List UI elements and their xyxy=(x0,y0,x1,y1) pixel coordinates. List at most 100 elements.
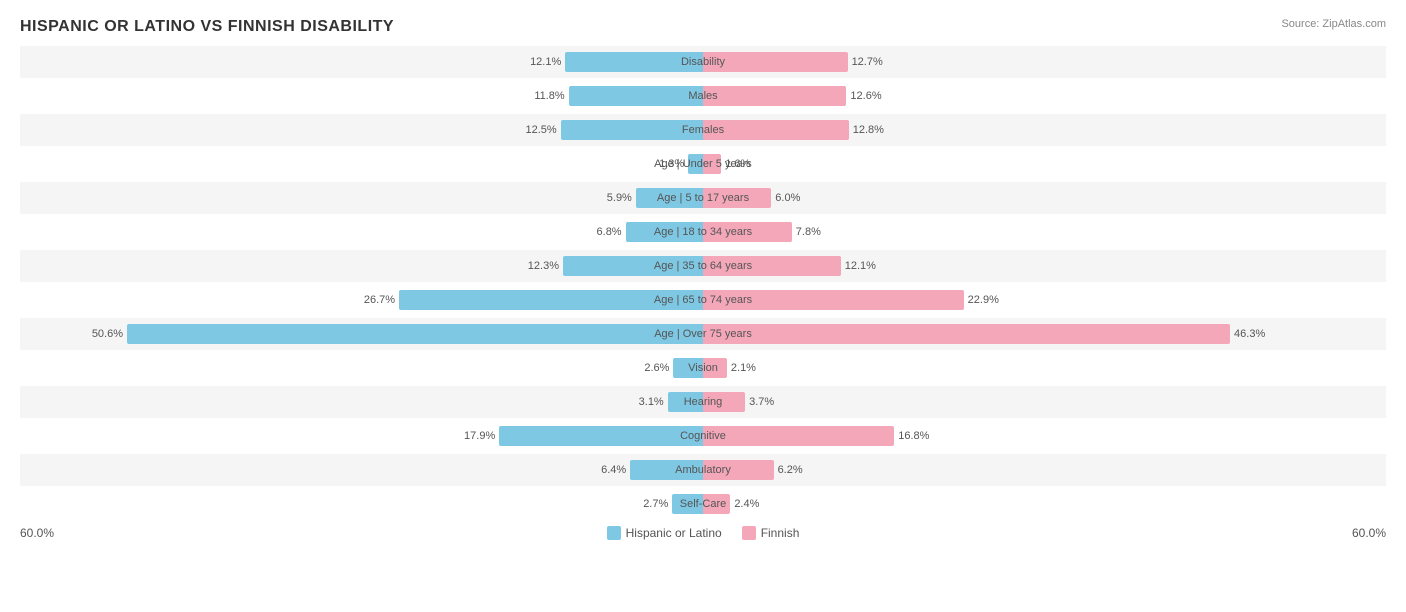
bar-row: 11.8%12.6%Males xyxy=(20,80,1386,112)
value-left: 50.6% xyxy=(92,328,127,340)
bar-row: 2.7%2.4%Self-Care xyxy=(20,488,1386,520)
value-left: 12.5% xyxy=(526,124,561,136)
chart-area: 12.1%12.7%Disability11.8%12.6%Males12.5%… xyxy=(20,46,1386,520)
value-right: 1.6% xyxy=(721,158,750,170)
bar-row: 5.9%6.0%Age | 5 to 17 years xyxy=(20,182,1386,214)
bar-blue xyxy=(561,120,703,140)
left-section: 5.9% xyxy=(20,182,703,214)
bar-inner: 11.8%12.6%Males xyxy=(20,80,1386,112)
value-right: 7.8% xyxy=(792,226,821,238)
value-right: 6.0% xyxy=(771,192,800,204)
value-left: 11.8% xyxy=(534,90,568,102)
bar-blue xyxy=(565,52,703,72)
chart-rows-wrapper: 12.1%12.7%Disability11.8%12.6%Males12.5%… xyxy=(20,46,1386,520)
value-left: 12.1% xyxy=(530,56,565,68)
legend-color-box xyxy=(607,526,621,540)
right-section: 1.6% xyxy=(703,148,1386,180)
chart-legend: Hispanic or Latino Finnish xyxy=(54,526,1352,540)
right-section: 12.6% xyxy=(703,80,1386,112)
legend-label: Finnish xyxy=(761,526,800,540)
right-section: 16.8% xyxy=(703,420,1386,452)
bar-row: 50.6%46.3%Age | Over 75 years xyxy=(20,318,1386,350)
right-section: 3.7% xyxy=(703,386,1386,418)
bar-row: 26.7%22.9%Age | 65 to 74 years xyxy=(20,284,1386,316)
bar-row: 1.3%1.6%Age | Under 5 years xyxy=(20,148,1386,180)
right-section: 6.2% xyxy=(703,454,1386,486)
bar-pink xyxy=(703,52,848,72)
bar-pink xyxy=(703,256,841,276)
bar-pink xyxy=(703,494,730,514)
bar-inner: 50.6%46.3%Age | Over 75 years xyxy=(20,318,1386,350)
right-section: 7.8% xyxy=(703,216,1386,248)
left-section: 2.6% xyxy=(20,352,703,384)
bar-inner: 6.4%6.2%Ambulatory xyxy=(20,454,1386,486)
legend-color-box xyxy=(742,526,756,540)
bar-blue xyxy=(127,324,703,344)
left-section: 17.9% xyxy=(20,420,703,452)
value-right: 12.6% xyxy=(846,90,881,102)
bar-inner: 1.3%1.6%Age | Under 5 years xyxy=(20,148,1386,180)
value-right: 22.9% xyxy=(964,294,999,306)
left-section: 11.8% xyxy=(20,80,703,112)
bar-blue xyxy=(563,256,703,276)
bar-blue xyxy=(636,188,703,208)
bar-pink xyxy=(703,86,846,106)
bar-blue xyxy=(668,392,703,412)
bar-pink xyxy=(703,120,849,140)
bar-blue xyxy=(673,358,703,378)
value-left: 2.7% xyxy=(643,498,672,510)
bar-row: 6.4%6.2%Ambulatory xyxy=(20,454,1386,486)
bar-pink xyxy=(703,392,745,412)
bar-inner: 17.9%16.8%Cognitive xyxy=(20,420,1386,452)
bar-pink xyxy=(703,222,792,242)
left-section: 12.5% xyxy=(20,114,703,146)
bar-blue xyxy=(399,290,703,310)
bar-row: 17.9%16.8%Cognitive xyxy=(20,420,1386,452)
bar-inner: 12.1%12.7%Disability xyxy=(20,46,1386,78)
left-section: 6.4% xyxy=(20,454,703,486)
source-text: Source: ZipAtlas.com xyxy=(1281,18,1386,30)
value-left: 3.1% xyxy=(639,396,668,408)
left-section: 26.7% xyxy=(20,284,703,316)
bar-row: 12.5%12.8%Females xyxy=(20,114,1386,146)
value-right: 12.1% xyxy=(841,260,876,272)
bar-row: 6.8%7.8%Age | 18 to 34 years xyxy=(20,216,1386,248)
value-left: 6.8% xyxy=(597,226,626,238)
bar-pink xyxy=(703,290,964,310)
bar-inner: 2.6%2.1%Vision xyxy=(20,352,1386,384)
legend-item: Hispanic or Latino xyxy=(607,526,722,540)
bar-inner: 2.7%2.4%Self-Care xyxy=(20,488,1386,520)
value-right: 2.4% xyxy=(730,498,759,510)
value-right: 16.8% xyxy=(894,430,929,442)
footer-left-label: 60.0% xyxy=(20,526,54,540)
value-right: 2.1% xyxy=(727,362,756,374)
value-left: 17.9% xyxy=(464,430,499,442)
left-section: 50.6% xyxy=(20,318,703,350)
chart-title: HISPANIC OR LATINO VS FINNISH DISABILITY xyxy=(20,18,1386,36)
footer-right-label: 60.0% xyxy=(1352,526,1386,540)
bar-inner: 6.8%7.8%Age | 18 to 34 years xyxy=(20,216,1386,248)
bar-pink xyxy=(703,460,774,480)
bar-blue xyxy=(499,426,703,446)
bar-pink xyxy=(703,324,1230,344)
value-left: 5.9% xyxy=(607,192,636,204)
left-section: 12.3% xyxy=(20,250,703,282)
left-section: 6.8% xyxy=(20,216,703,248)
right-section: 12.1% xyxy=(703,250,1386,282)
value-right: 12.7% xyxy=(848,56,883,68)
bar-pink xyxy=(703,154,721,174)
right-section: 2.4% xyxy=(703,488,1386,520)
bar-inner: 3.1%3.7%Hearing xyxy=(20,386,1386,418)
left-section: 1.3% xyxy=(20,148,703,180)
bar-blue xyxy=(630,460,703,480)
right-section: 12.8% xyxy=(703,114,1386,146)
bar-pink xyxy=(703,188,771,208)
value-left: 2.6% xyxy=(644,362,673,374)
bar-row: 12.3%12.1%Age | 35 to 64 years xyxy=(20,250,1386,282)
value-left: 1.3% xyxy=(659,158,688,170)
bar-blue xyxy=(626,222,703,242)
bar-inner: 26.7%22.9%Age | 65 to 74 years xyxy=(20,284,1386,316)
bar-blue xyxy=(688,154,703,174)
right-section: 46.3% xyxy=(703,318,1386,350)
value-left: 12.3% xyxy=(528,260,563,272)
